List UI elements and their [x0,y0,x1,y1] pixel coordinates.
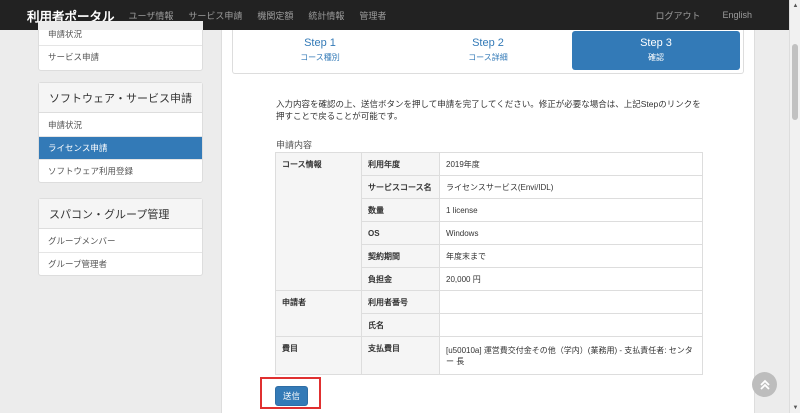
nav-user-info[interactable]: ユーザ情報 [129,9,174,22]
row-key: 利用年度 [361,152,440,176]
step-3-title: Step 3 [640,37,672,49]
sidebar-scroll-mask [38,21,203,30]
row-key: 利用者番号 [361,290,440,314]
row-key: OS [361,221,440,245]
step-1-title: Step 1 [304,37,336,49]
double-chevron-up-icon [759,379,770,390]
step-indicator: Step 1 コース種別 Step 2 コース詳細 Step 3 確認 [232,30,744,74]
nav-statistics[interactable]: 統計情報 [308,9,344,22]
group-course-info: コース情報 [275,152,362,291]
step-3-subtitle: 確認 [648,53,664,62]
row-value: 2019年度 [439,152,703,176]
group-expense: 費目 [275,336,362,375]
row-value [439,290,703,314]
scroll-down-arrow-icon[interactable]: ▼ [790,402,800,413]
table-row: 費目 支払費目 [u50010a] 運営費交付金その他（学内）(業務用) - 支… [275,336,703,375]
sidebar-item-sw-status[interactable]: 申請状況 [39,113,202,136]
row-value: ライセンスサービス(Envi/IDL) [439,175,703,199]
row-key: 氏名 [361,313,440,337]
row-key: サービスコース名 [361,175,440,199]
row-value [439,313,703,337]
section-label: 申請内容 [276,140,313,150]
sidebar-item-group-members[interactable]: グループメンバー [39,229,202,252]
sidebar-item-group-admins[interactable]: グループ管理者 [39,252,202,275]
main-content: Step 1 コース種別 Step 2 コース詳細 Step 3 確認 入力内容… [221,30,755,413]
sidebar-heading-group: スパコン・グループ管理 [39,199,202,229]
step-2-title: Step 2 [472,37,504,49]
sidebar-panel-group: スパコン・グループ管理 グループメンバー グループ管理者 [38,198,203,276]
row-value: 年度末まで [439,244,703,268]
application-details-table: コース情報 利用年度 2019年度 サービスコース名 ライセンスサービス(Env… [275,152,703,375]
sidebar-item-license-application[interactable]: ライセンス申請 [39,136,202,159]
navbar-right: ログアウト English [655,9,789,22]
step-1[interactable]: Step 1 コース種別 [236,31,404,70]
language-link[interactable]: English [722,10,752,20]
scroll-up-arrow-icon[interactable]: ▲ [790,0,800,11]
page-scrollbar[interactable]: ▲ ▼ [789,0,800,413]
row-value: 20,000 円 [439,267,703,291]
step-2[interactable]: Step 2 コース詳細 [404,31,572,70]
sidebar-item-service-application[interactable]: サービス申請 [39,45,202,68]
sidebar-item-software-registration[interactable]: ソフトウェア利用登録 [39,159,202,182]
step-3: Step 3 確認 [572,31,740,70]
nav-admin[interactable]: 管理者 [359,9,386,22]
row-value: Windows [439,221,703,245]
sidebar-panel-software: ソフトウェア・サービス申請 申請状況 ライセンス申請 ソフトウェア利用登録 [38,82,203,183]
sidebar-heading-software: ソフトウェア・サービス申請 [39,83,202,113]
nav-institution-flat-rate[interactable]: 機関定額 [257,9,293,22]
row-key: 負担金 [361,267,440,291]
submit-button[interactable]: 送信 [275,386,308,406]
table-row: 申請者 利用者番号 [275,290,703,337]
nav-service-application[interactable]: サービス申請 [188,9,242,22]
table-row: コース情報 利用年度 2019年度 [275,152,703,291]
row-key: 数量 [361,198,440,222]
row-value: 1 license [439,198,703,222]
intro-text: 入力内容を確認の上、送信ボタンを押して申請を完了してください。修正が必要な場合は… [276,99,701,121]
step-1-subtitle: コース種別 [300,53,340,62]
group-applicant: 申請者 [275,290,362,337]
row-value: [u50010a] 運営費交付金その他（学内）(業務用) - 支払責任者: セン… [439,336,703,375]
back-to-top-button[interactable] [752,372,777,397]
row-key: 契約期間 [361,244,440,268]
logout-link[interactable]: ログアウト [655,9,700,22]
scrollbar-thumb[interactable] [792,44,798,120]
row-key: 支払費目 [361,336,440,375]
step-2-subtitle: コース詳細 [468,53,508,62]
